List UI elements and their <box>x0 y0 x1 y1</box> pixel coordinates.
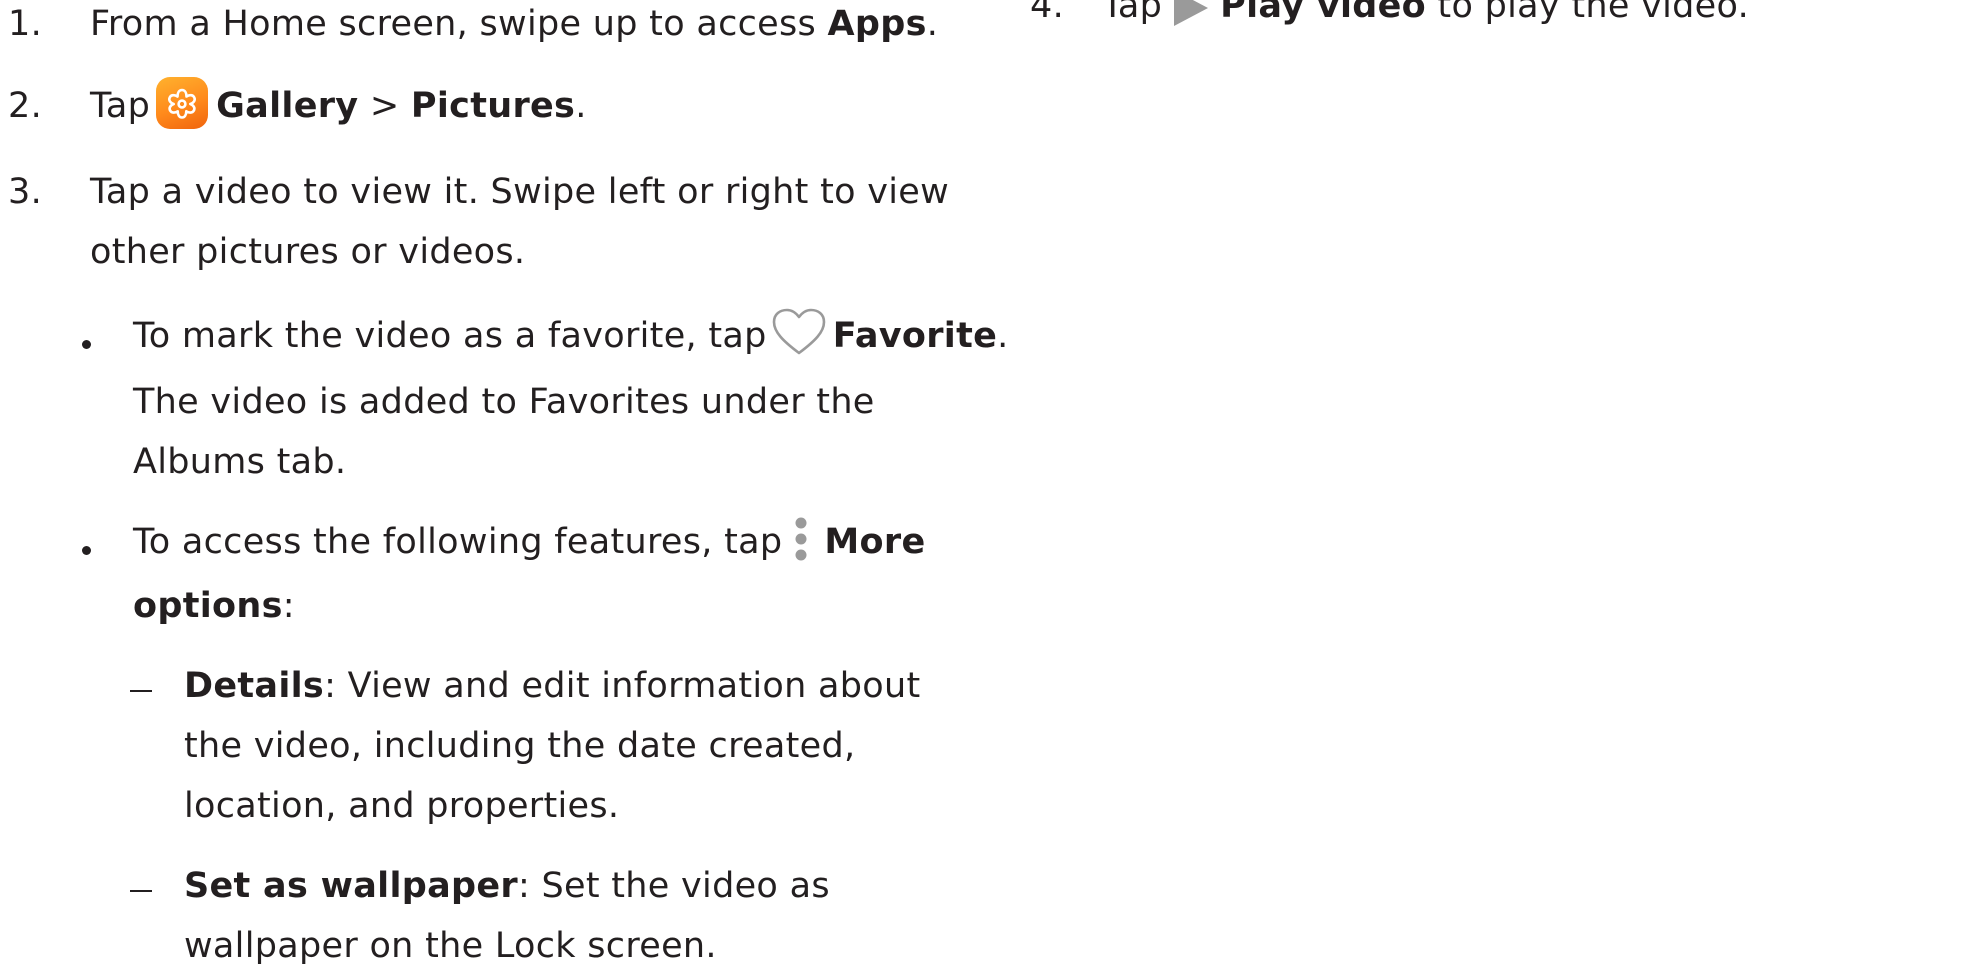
sub-1-line-1: Details: View and edit information about <box>184 656 920 716</box>
step-number: 4. <box>1030 0 1064 26</box>
options-label: options <box>133 586 283 626</box>
dash-marker <box>130 890 152 892</box>
step-text-prefix: From a Home screen, swipe up to access <box>90 4 828 44</box>
dash-marker <box>130 690 152 692</box>
sub-text: : View and edit information about <box>324 666 921 706</box>
step-text-line-1: Tap a video to view it. Swipe left or ri… <box>90 172 950 212</box>
play-icon <box>1170 0 1210 27</box>
step-text: Tap Play video to play the video. <box>1102 0 1749 36</box>
step-text-prefix: Tap <box>90 86 151 126</box>
bullet-text-prefix: To access the following features, tap <box>133 522 783 562</box>
step-text-suffix: . <box>926 4 939 44</box>
step-number: 1. <box>8 4 42 44</box>
step-number: 3. <box>8 172 42 212</box>
sub-2-line-1: Set as wallpaper: Set the video as <box>184 856 830 916</box>
bullet-text-suffix: : <box>282 586 295 626</box>
more-label: More <box>824 522 926 562</box>
step-3-line-2: other pictures or videos. <box>90 232 526 272</box>
bullet-1-line-3: Albums tab. <box>133 442 347 482</box>
gallery-label: Gallery <box>216 86 359 126</box>
play-video-label: Play video <box>1220 0 1426 26</box>
bullet-2-line-1: To access the following features, tap Mor… <box>133 512 925 572</box>
sub-1-line-2: the video, including the date created, <box>184 726 856 766</box>
bullet-text-suffix: . <box>997 316 1009 356</box>
step-text: From a Home screen, swipe up to access A… <box>90 0 938 54</box>
separator: > <box>358 86 411 126</box>
bullet-2-line-2: options: <box>133 576 295 636</box>
more-options-icon <box>792 516 810 562</box>
bullet-1-line-1: To mark the video as a favorite, tap Favo… <box>133 306 1009 366</box>
step-text-prefix: Tap <box>1102 0 1163 26</box>
sub-text: : Set the video as <box>517 866 830 906</box>
bullet-dot <box>82 340 94 352</box>
step-text-suffix: . <box>575 86 587 126</box>
bullet-1-line-2: The video is added to Favorites under th… <box>133 382 875 422</box>
apps-label: Apps <box>827 4 927 44</box>
sub-2-line-2: wallpaper on the Lock screen. <box>184 926 717 966</box>
step-text-suffix: to play the video. <box>1426 0 1749 26</box>
bullet-text-prefix: To mark the video as a favorite, tap <box>133 316 767 356</box>
heart-icon <box>771 308 827 358</box>
favorite-label: Favorite <box>832 316 998 356</box>
sub-1-line-3: location, and properties. <box>184 786 620 826</box>
step-number: 2. <box>8 86 42 126</box>
step-text: Tap Gallery > Pictures. <box>90 76 587 136</box>
gallery-app-icon <box>156 77 209 129</box>
bullet-dot <box>82 546 94 558</box>
details-label: Details <box>184 666 325 706</box>
set-as-wallpaper-label: Set as wallpaper <box>184 866 518 906</box>
pictures-label: Pictures <box>410 86 576 126</box>
